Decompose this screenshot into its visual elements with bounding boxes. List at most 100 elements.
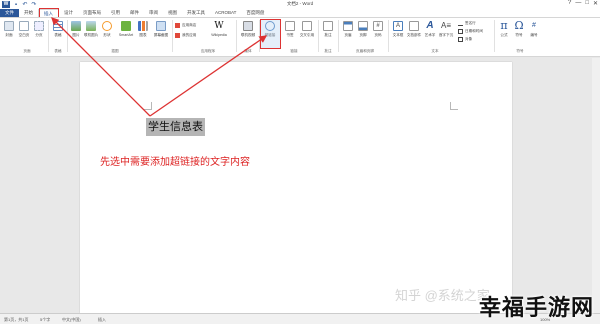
tab-mailings[interactable]: 邮件 (125, 9, 144, 17)
page-number-button[interactable]: # 页码 (371, 21, 385, 38)
drop-cap-icon: A≡ (441, 21, 452, 30)
online-picture-icon (86, 21, 96, 31)
quick-parts-button[interactable]: 文档部件 (406, 21, 422, 38)
picture-icon (71, 21, 81, 31)
page-break-button[interactable]: 分页 (32, 21, 46, 38)
date-time-button[interactable]: 日期和时间 (458, 29, 483, 34)
screenshot-icon (156, 21, 166, 31)
my-apps-button[interactable]: 我的应用 (175, 33, 196, 38)
group-label-links: 链接 (290, 49, 298, 53)
footer-button[interactable]: 页脚 (356, 21, 370, 38)
margin-corner-mark (144, 102, 152, 110)
online-video-button[interactable]: 联机视频 (239, 21, 257, 38)
window-title: 文档2 - Word (286, 1, 314, 6)
tab-design[interactable]: 设计 (59, 9, 78, 17)
bookmark-button[interactable]: 书签 (283, 21, 297, 38)
insert-mode[interactable]: 插入 (98, 317, 106, 323)
bookmark-icon (285, 21, 295, 31)
selected-text[interactable]: 学生信息表 (146, 118, 205, 136)
blank-page-button[interactable]: 空白页 (17, 21, 31, 38)
group-label-illustrations: 插图 (111, 49, 119, 53)
table-icon (53, 21, 63, 31)
group-divider (494, 20, 495, 52)
group-label-apps: 应用程序 (200, 49, 216, 53)
title-bar: W ▪ ↶ ↷ 文档2 - Word ? — □ ✕ (0, 0, 600, 9)
watermark: 知乎 @系统之家 (395, 288, 490, 303)
group-divider (318, 20, 319, 52)
hyperlink-highlight (260, 19, 281, 49)
equation-button[interactable]: π 公式 (497, 19, 511, 38)
drop-cap-button[interactable]: A≡ 首字下沉 (438, 21, 454, 38)
table-button[interactable]: 表格 (51, 21, 65, 38)
object-icon (458, 37, 463, 42)
cover-page-icon (4, 21, 14, 31)
cover-page-button[interactable]: 封面 (2, 21, 16, 38)
help-button[interactable]: ? (568, 0, 571, 7)
instruction-text: 先选中需要添加超链接的文字内容 (100, 157, 250, 168)
page-number-icon: # (373, 21, 383, 31)
signature-line-button[interactable]: 签名行 (458, 21, 476, 26)
smartart-button[interactable]: SmartArt (117, 21, 135, 37)
document-page[interactable] (80, 62, 512, 313)
word-count[interactable]: 5个字 (40, 317, 50, 323)
picture-button[interactable]: 图片 (69, 21, 83, 38)
date-time-icon (458, 29, 463, 34)
group-label-header-footer: 页眉和页脚 (356, 49, 374, 53)
chart-button[interactable]: 图表 (136, 21, 150, 38)
wordart-button[interactable]: A 艺术字 (423, 21, 437, 38)
store-button[interactable]: 应用商店 (175, 23, 196, 28)
tab-acrobat[interactable]: ACROBAT (210, 9, 241, 17)
ribbon-tabs: 文件 开始 插入 设计 页面布局 引用 邮件 审阅 视图 开发工具 ACROBA… (0, 9, 600, 17)
omega-icon: Ω (514, 19, 524, 32)
group-label-symbols: 符号 (516, 49, 524, 53)
group-divider (48, 20, 49, 52)
wordart-icon: A (426, 20, 434, 31)
tab-references[interactable]: 引用 (106, 9, 125, 17)
number-button[interactable]: # 编号 (527, 21, 541, 38)
textbox-button[interactable]: A 文本框 (391, 21, 405, 38)
pi-icon: π (500, 19, 508, 32)
group-label-media: 媒体 (244, 49, 252, 53)
tab-baidu[interactable]: 百度网盘 (241, 9, 269, 17)
tab-layout[interactable]: 页面布局 (78, 9, 106, 17)
language[interactable]: 中文(中国) (62, 317, 81, 323)
symbol-button[interactable]: Ω 符号 (512, 19, 526, 38)
page-count[interactable]: 第1页，共1页 (4, 317, 28, 323)
group-label-tables: 表格 (54, 49, 62, 53)
my-apps-icon (175, 33, 180, 38)
textbox-icon: A (393, 21, 403, 31)
minimize-button[interactable]: — (575, 0, 581, 7)
cross-reference-icon (302, 21, 312, 31)
shapes-button[interactable]: 形状 (100, 21, 114, 38)
margin-corner-mark (450, 102, 458, 110)
screenshot-button[interactable]: 屏幕截图 (152, 21, 170, 38)
object-button[interactable]: 对象 (458, 37, 472, 42)
header-button[interactable]: 页眉 (341, 21, 355, 38)
tab-home[interactable]: 开始 (19, 9, 38, 17)
tab-view[interactable]: 视图 (163, 9, 182, 17)
tab-review[interactable]: 审阅 (144, 9, 163, 17)
ribbon-insert: 封面 空白页 分页 页面 表格 表格 图片 联机图片 形状 SmartArt 图… (0, 17, 600, 57)
group-label-comments: 批注 (324, 49, 332, 53)
tab-file[interactable]: 文件 (0, 9, 19, 17)
number-icon: # (532, 22, 536, 29)
maximize-button[interactable]: □ (585, 0, 589, 7)
group-divider (388, 20, 389, 52)
vertical-scrollbar[interactable] (592, 58, 600, 313)
tab-developer[interactable]: 开发工具 (182, 9, 210, 17)
cross-reference-button[interactable]: 交叉引用 (298, 21, 316, 38)
header-icon (343, 21, 353, 31)
brand-logo: 幸福手游网 (478, 295, 594, 320)
window-controls: ? — □ ✕ (568, 0, 598, 7)
quick-parts-icon (409, 21, 419, 31)
wikipedia-button[interactable]: W Wikipedia (207, 21, 231, 37)
group-divider (236, 20, 237, 52)
comment-button[interactable]: 批注 (321, 21, 335, 38)
comment-icon (323, 21, 333, 31)
page-break-icon (34, 21, 44, 31)
close-button[interactable]: ✕ (593, 0, 598, 7)
footer-icon (358, 21, 368, 31)
online-picture-button[interactable]: 联机图片 (84, 21, 98, 38)
store-icon (175, 23, 180, 28)
group-label-text: 文本 (431, 49, 439, 53)
